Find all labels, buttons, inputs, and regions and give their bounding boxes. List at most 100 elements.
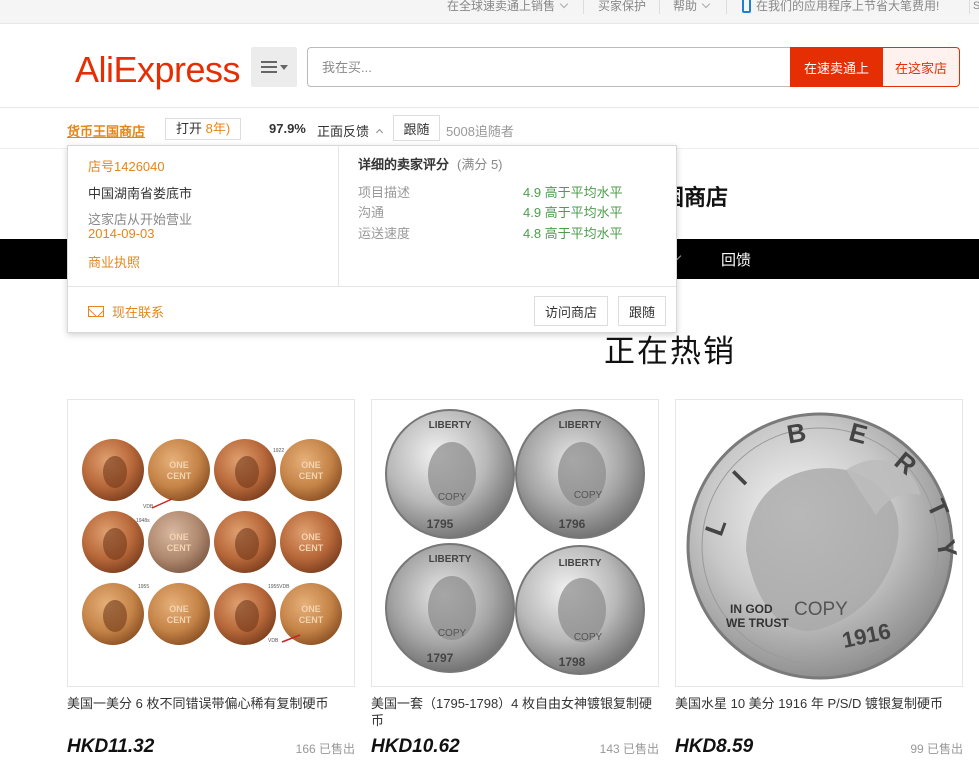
svg-text:VDB: VDB (268, 638, 279, 644)
store-details-popup: 店号1426040 中国湖南省娄底市 这家店从开始营业 2014-09-03 商… (67, 145, 677, 333)
svg-text:1955: 1955 (138, 584, 149, 590)
svg-text:CENT: CENT (167, 471, 192, 481)
contact-now-label: 现在联系 (112, 305, 165, 320)
store-number: 店号1426040 (88, 159, 165, 174)
svg-text:IN GOD: IN GOD (730, 602, 773, 616)
search-aliexpress-button[interactable]: 在速卖通上 (790, 47, 883, 87)
svg-text:CENT: CENT (299, 615, 324, 625)
top-corner-link[interactable]: S (969, 0, 979, 14)
category-menu-button[interactable] (251, 47, 297, 87)
chevron-down-icon (559, 0, 569, 9)
product-sold-count: 143 已售出 (599, 742, 659, 756)
svg-text:1795: 1795 (427, 517, 454, 531)
open-since-date: 2014-09-03 (88, 226, 155, 241)
svg-text:LIBERTY: LIBERTY (429, 420, 472, 431)
svg-text:CENT: CENT (167, 543, 192, 553)
open-label: 打开 (176, 121, 203, 136)
product-image[interactable]: LIBERTY LIBERTY LIBERTY LIBERTY 1795 179… (371, 399, 659, 687)
contact-now-link[interactable]: 现在联系 (88, 302, 164, 321)
svg-text:WE TRUST: WE TRUST (726, 616, 789, 630)
product-sold-count: 166 已售出 (295, 742, 355, 756)
svg-text:1955VDB: 1955VDB (268, 584, 290, 590)
buyer-protection-link[interactable]: 买家保护 (598, 0, 646, 20)
sell-on-aliexpress-label: 在全球速卖通上销售 (447, 0, 556, 13)
rating-label: 沟通 (358, 205, 385, 220)
sell-on-aliexpress-menu[interactable]: 在全球速卖通上销售 (447, 0, 569, 20)
positive-feedback-percent: 97.9% (269, 121, 306, 136)
penny-coins-image: ONECENT ONECENT ONECENT ONECENT ONECENT … (82, 439, 342, 645)
svg-text:COPY: COPY (438, 628, 467, 639)
svg-text:ONE: ONE (301, 460, 321, 470)
business-license-link[interactable]: 商业执照 (88, 252, 140, 271)
svg-text:LIBERTY: LIBERTY (429, 554, 472, 565)
svg-text:COPY: COPY (438, 492, 467, 503)
product-price: HKD11.32 (67, 736, 155, 757)
svg-text:1796: 1796 (559, 517, 586, 531)
svg-text:1922: 1922 (273, 448, 284, 454)
follow-store-button[interactable]: 跟随 (393, 115, 440, 141)
svg-text:ONE: ONE (169, 460, 189, 470)
svg-text:CENT: CENT (299, 471, 324, 481)
search-input[interactable] (307, 47, 791, 87)
svg-text:CENT: CENT (299, 543, 324, 553)
app-promo-link[interactable]: 在我们的应用程序上节省大笔费用! (742, 0, 939, 20)
divider (68, 286, 676, 287)
help-label: 帮助 (673, 0, 698, 13)
hamburger-icon (260, 61, 277, 73)
svg-text:COPY: COPY (574, 632, 603, 643)
mercury-dime-coin-image: L I B E R T Y IN GOD WE TRUST COPY 1916 (686, 412, 962, 680)
svg-text:1797: 1797 (427, 651, 454, 665)
divider (338, 146, 339, 286)
silver-dollar-coins-image: LIBERTY LIBERTY LIBERTY LIBERTY 1795 179… (385, 409, 645, 675)
product-title[interactable]: 美国一套（1795-1798）4 枚自由女神镀银复制硬币 (371, 695, 661, 729)
buyer-protection-label: 买家保护 (598, 0, 647, 13)
rating-value: 4.9 高于平均水平 (523, 185, 623, 200)
product-title[interactable]: 美国一美分 6 枚不同错误带偏心稀有复制硬币 (67, 695, 357, 712)
seller-rating-title: 详细的卖家评分 (满分 5) (358, 154, 503, 173)
svg-text:COPY: COPY (574, 490, 603, 501)
rating-row: 运送速度 4.8 高于平均水平 (358, 223, 658, 241)
envelope-icon (88, 306, 104, 317)
phone-icon (742, 0, 751, 13)
rating-row: 沟通 4.9 高于平均水平 (358, 202, 658, 220)
svg-text:ONE: ONE (169, 532, 189, 542)
store-name-link[interactable]: 货币王国商店 (67, 121, 145, 140)
follow-button[interactable]: 跟随 (618, 296, 666, 326)
divider (726, 0, 727, 14)
positive-feedback-label: 正面反馈 (317, 124, 370, 139)
help-menu[interactable]: 帮助 (673, 0, 711, 20)
svg-text:ONE: ONE (301, 604, 321, 614)
divider (659, 0, 660, 14)
aliexpress-logo[interactable]: AliExpress (75, 50, 241, 90)
divider (583, 0, 584, 14)
product-price: HKD10.62 (371, 736, 460, 757)
rating-value: 4.8 高于平均水平 (523, 226, 623, 241)
positive-feedback-toggle[interactable]: 正面反馈 (317, 121, 384, 140)
header: AliExpress 在速卖通上 在这家店 (0, 24, 979, 108)
svg-text:COPY: COPY (794, 599, 848, 620)
nav-feedback-link[interactable]: 回馈 (721, 249, 751, 270)
seller-rating-heading: 详细的卖家评分 (358, 157, 450, 172)
chevron-up-icon (375, 128, 384, 137)
open-years: 8年) (205, 121, 231, 136)
app-promo-label: 在我们的应用程序上节省大笔费用! (756, 0, 940, 13)
product-card[interactable]: ONE CENT ONE CENT ONE CENT ONE CENT ONE CENT … (67, 399, 355, 767)
product-card[interactable]: LIBERTY LIBERTY LIBERTY LIBERTY 1795 179… (371, 399, 659, 767)
product-sold-count: 99 已售出 (910, 742, 963, 756)
product-image[interactable]: L I B E R T Y IN GOD WE TRUST COPY 1916 (675, 399, 963, 687)
product-image[interactable]: ONE CENT ONE CENT ONE CENT ONE CENT ONE CENT … (67, 399, 355, 687)
svg-text:1948s: 1948s (136, 518, 150, 524)
rating-max: (满分 5) (457, 157, 503, 172)
svg-text:CENT: CENT (167, 615, 192, 625)
product-price: HKD8.59 (675, 736, 754, 757)
caret-down-icon (279, 64, 288, 70)
product-title[interactable]: 美国水星 10 美分 1916 年 P/S/D 镀银复制硬币 (675, 695, 965, 712)
store-location: 中国湖南省娄底市 (88, 186, 193, 201)
rating-label: 运送速度 (358, 226, 411, 241)
svg-text:LIBERTY: LIBERTY (559, 558, 602, 569)
search-store-button[interactable]: 在这家店 (882, 47, 960, 87)
followers-count: 5008追随者 (446, 124, 514, 139)
top-bar: 在全球速卖通上销售 买家保护 帮助 在我们的应用程序上节省大笔费用! S (0, 0, 979, 24)
product-card[interactable]: L I B E R T Y IN GOD WE TRUST COPY 1916 … (675, 399, 963, 767)
visit-store-button[interactable]: 访问商店 (534, 296, 608, 326)
